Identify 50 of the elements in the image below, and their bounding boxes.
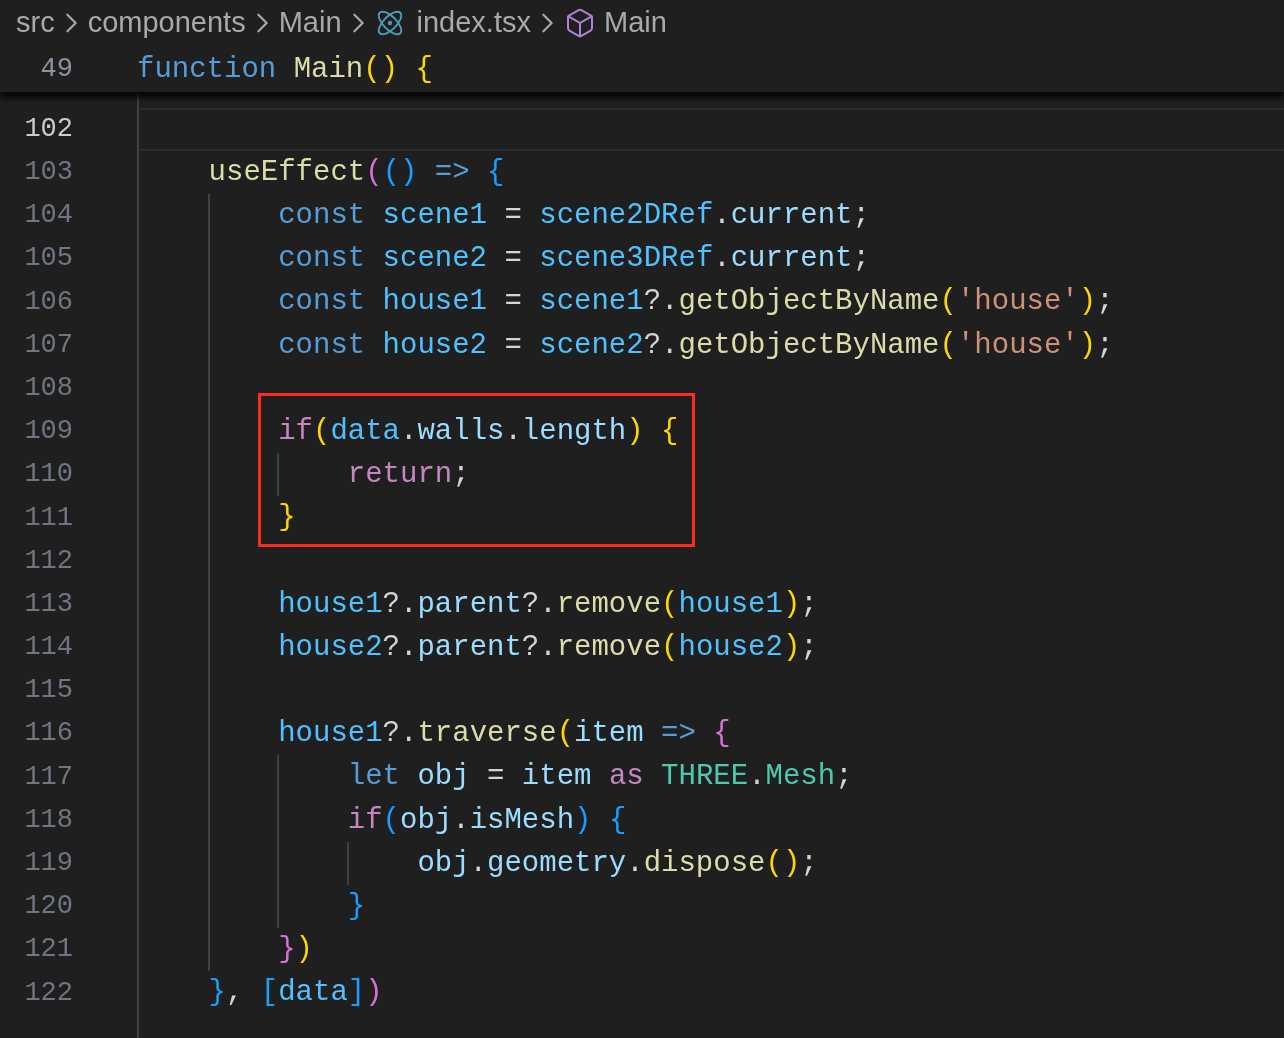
breadcrumb-item[interactable]: index.tsx: [416, 1, 531, 45]
code-line: }): [278, 935, 313, 965]
line-number: 108: [24, 371, 73, 405]
line-number: 122: [24, 976, 73, 1010]
breadcrumb-item[interactable]: components: [87, 1, 246, 45]
line-number: 107: [24, 328, 73, 362]
code-line: const house1 = scene1?.getObjectByName('house');: [278, 287, 1114, 317]
line-number: 110: [24, 458, 73, 492]
code-line: const house2 = scene2?.getObjectByName('house');: [278, 330, 1114, 360]
breadcrumb-item[interactable]: src: [16, 1, 55, 45]
line-number: 118: [24, 803, 73, 837]
code-line: house1?.traverse(item => {: [278, 719, 731, 749]
code-line: if(obj.isMesh) {: [347, 805, 627, 835]
line-number: 105: [24, 242, 73, 276]
chevron-right-icon: [542, 13, 553, 33]
line-number: 120: [24, 890, 73, 924]
code-line: }, [data]): [208, 978, 383, 1008]
code-line: if(data.walls.length) {: [278, 416, 679, 446]
code-line: house2?.parent?.remove(house2);: [278, 632, 818, 662]
code-line: house1?.parent?.remove(house1);: [278, 589, 818, 619]
line-number: 117: [24, 760, 73, 794]
line-number: 114: [24, 631, 73, 665]
line-number: 119: [24, 847, 73, 881]
code-line: const scene2 = scene3DRef.current;: [278, 244, 870, 274]
chevron-right-icon: [352, 13, 364, 33]
breadcrumb-item[interactable]: Main: [278, 1, 342, 45]
breadcrumb-item[interactable]: Main: [604, 1, 667, 45]
line-number: 103: [24, 156, 73, 190]
chevron-right-icon: [65, 13, 77, 33]
line-number: 115: [24, 674, 73, 708]
line-number: 121: [24, 933, 73, 967]
line-number: 113: [24, 587, 73, 621]
line-number: 116: [24, 717, 73, 751]
code-line: let obj = item as THREE.Mesh;: [347, 762, 853, 792]
code-line: function Main() {: [137, 54, 433, 84]
chevron-right-icon: [256, 13, 268, 33]
line-number: 102: [24, 112, 73, 146]
code-line: }: [278, 503, 296, 533]
line-number: 109: [24, 415, 73, 449]
line-number: 106: [24, 285, 73, 319]
line-number: 112: [24, 544, 73, 578]
line-number: 49: [40, 52, 73, 86]
code-line: const scene1 = scene2DRef.current;: [278, 200, 870, 230]
line-number: 104: [24, 199, 73, 233]
code-line: }: [347, 891, 366, 921]
code-line: useEffect(() => {: [208, 157, 505, 187]
code-line: return;: [347, 460, 470, 490]
code-line: obj.geometry.dispose();: [417, 848, 818, 878]
cube-icon: [564, 7, 596, 39]
line-number: 111: [24, 501, 73, 535]
